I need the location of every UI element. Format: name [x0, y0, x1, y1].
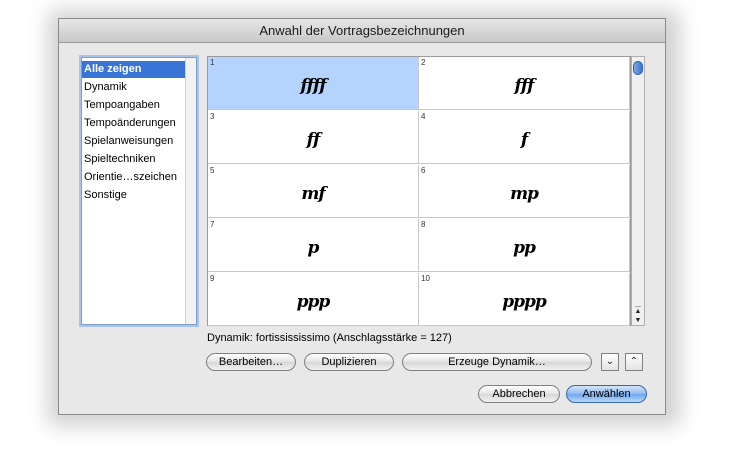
marking-number: 6 [421, 166, 426, 175]
marking-cell[interactable]: 7p [208, 219, 419, 272]
title-bar[interactable]: Anwahl der Vortragsbezeichnungen [59, 19, 665, 43]
scroll-thumb[interactable] [633, 61, 643, 75]
marking-cell[interactable]: 8 pp [419, 219, 630, 272]
marking-number: 10 [421, 274, 430, 283]
cancel-button[interactable]: Abbrechen [478, 385, 560, 403]
marking-cell[interactable]: 2 fff [419, 57, 630, 110]
scroll-up-arrow-icon[interactable]: ▲ [632, 307, 644, 316]
category-list-scrollbar[interactable] [185, 58, 196, 324]
marking-number: 2 [421, 58, 426, 67]
category-item[interactable]: Alle zeigen [82, 61, 186, 78]
category-item[interactable]: Sonstige [82, 187, 186, 204]
marking-cell[interactable]: 5 mf [208, 165, 419, 218]
category-list[interactable]: Alle zeigen Dynamik Tempoangaben Tempoänder… [81, 57, 197, 325]
dynamic-marking-glyph: pppp [502, 292, 547, 312]
marking-cell[interactable]: 10 pppp [419, 273, 630, 326]
dialog-window: Anwahl der Vortragsbezeichnungen Alle ze… [58, 18, 666, 415]
status-text: Dynamik: fortissississimo (Anschlagsstär… [207, 332, 452, 344]
select-button[interactable]: Anwählen [566, 385, 647, 403]
dynamic-marking-glyph: mp [510, 184, 539, 204]
window-title: Anwahl der Vortragsbezeichnungen [259, 23, 465, 38]
dynamic-marking-glyph: ppp [296, 292, 331, 312]
category-item[interactable]: Spieltechniken [82, 151, 186, 168]
dynamic-marking-glyph: ffff [300, 76, 326, 96]
marking-number: 7 [210, 220, 215, 229]
category-item[interactable]: Tempoangaben [82, 97, 186, 114]
marking-cell[interactable]: 6 mp [419, 165, 630, 218]
marking-cell[interactable]: 9 ppp [208, 273, 419, 326]
category-item[interactable]: Orientie…szeichen [82, 169, 186, 186]
dynamic-marking-glyph: ff [306, 130, 321, 150]
chevron-up-icon[interactable]: ⌃ [625, 353, 643, 371]
category-item[interactable]: Dynamik [82, 79, 186, 96]
dynamic-marking-glyph: mf [301, 184, 325, 204]
dynamic-marking-glyph: p [307, 238, 320, 258]
marking-grid[interactable]: 1 ffff 2 fff 3 ff 4 f 5 mf 6 mp 7 p 8 pp 9 ppp 10 pppp [207, 56, 631, 326]
marking-grid-scrollbar[interactable]: ▲ ▼ [631, 56, 645, 326]
create-dynamic-button[interactable]: Erzeuge Dynamik… [402, 353, 592, 371]
dynamic-marking-glyph: f [520, 130, 528, 150]
chevron-down-icon[interactable]: ⌄ [601, 353, 619, 371]
category-item[interactable]: Spielanweisungen [82, 133, 186, 150]
marking-cell[interactable]: 3 ff [208, 111, 419, 164]
edit-button[interactable]: Bearbeiten… [206, 353, 296, 371]
marking-number: 3 [210, 112, 215, 121]
marking-cell[interactable]: 1 ffff [208, 57, 419, 110]
marking-number: 8 [421, 220, 426, 229]
marking-number: 1 [210, 58, 215, 67]
duplicate-button[interactable]: Duplizieren [304, 353, 394, 371]
marking-number: 9 [210, 274, 215, 283]
scroll-down-arrow-icon[interactable]: ▼ [632, 316, 644, 325]
dynamic-marking-glyph: fff [514, 76, 535, 96]
dynamic-marking-glyph: pp [513, 238, 536, 258]
marking-number: 4 [421, 112, 426, 121]
category-item[interactable]: Tempoänderungen [82, 115, 186, 132]
marking-number: 5 [210, 166, 215, 175]
marking-cell[interactable]: 4f [419, 111, 630, 164]
